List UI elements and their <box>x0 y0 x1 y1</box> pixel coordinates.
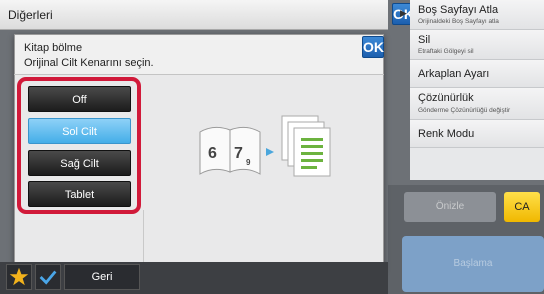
back-button[interactable]: Geri <box>64 264 140 290</box>
page-right-number: 7 <box>234 145 243 162</box>
favorite-button[interactable] <box>6 264 32 290</box>
color-mode-item[interactable]: Renk Modu <box>410 120 544 148</box>
arrow-right-icon: ▶ <box>400 8 407 18</box>
option-right-binding-button[interactable]: Sağ Cilt <box>28 150 131 176</box>
checkmark-icon <box>39 270 57 285</box>
background-adjust-item[interactable]: Arkaplan Ayarı <box>410 60 544 88</box>
check-button[interactable] <box>35 264 61 290</box>
page-sub-number: 9 <box>246 158 251 167</box>
resolution-item[interactable]: Çözünürlük Gönderme Çözünürlüğü değiştir <box>410 88 544 120</box>
preview-button[interactable]: Önizle <box>404 192 496 222</box>
blank-page-skip-item[interactable]: Boş Sayfayı Atla Orijinaldeki Boş Sayfay… <box>410 0 544 30</box>
start-button[interactable]: Başlama <box>402 236 544 292</box>
preview-label: Önizle <box>435 201 465 212</box>
book-divide-illustration-icon: 6 7 9 <box>199 115 331 177</box>
erase-item[interactable]: Sil Etraftaki Gölgeyi sil <box>410 30 544 60</box>
star-icon <box>9 267 29 286</box>
dialog-subtitle: Orijinal Cilt Kenarını seçin. <box>24 57 154 69</box>
option-off-button[interactable]: Off <box>28 86 131 112</box>
ca-button[interactable]: CA <box>504 192 540 222</box>
top-bar <box>0 0 388 30</box>
option-tablet-button[interactable]: Tablet <box>28 181 131 207</box>
page-left-number: 6 <box>208 145 217 162</box>
dialog-ok-button[interactable]: OK <box>362 36 384 58</box>
option-left-binding-button[interactable]: Sol Cilt <box>28 118 131 144</box>
start-label: Başlama <box>453 258 493 269</box>
page-title: Diğerleri <box>8 8 53 22</box>
dialog-title: Kitap bölme <box>24 42 83 54</box>
divider <box>143 210 144 268</box>
